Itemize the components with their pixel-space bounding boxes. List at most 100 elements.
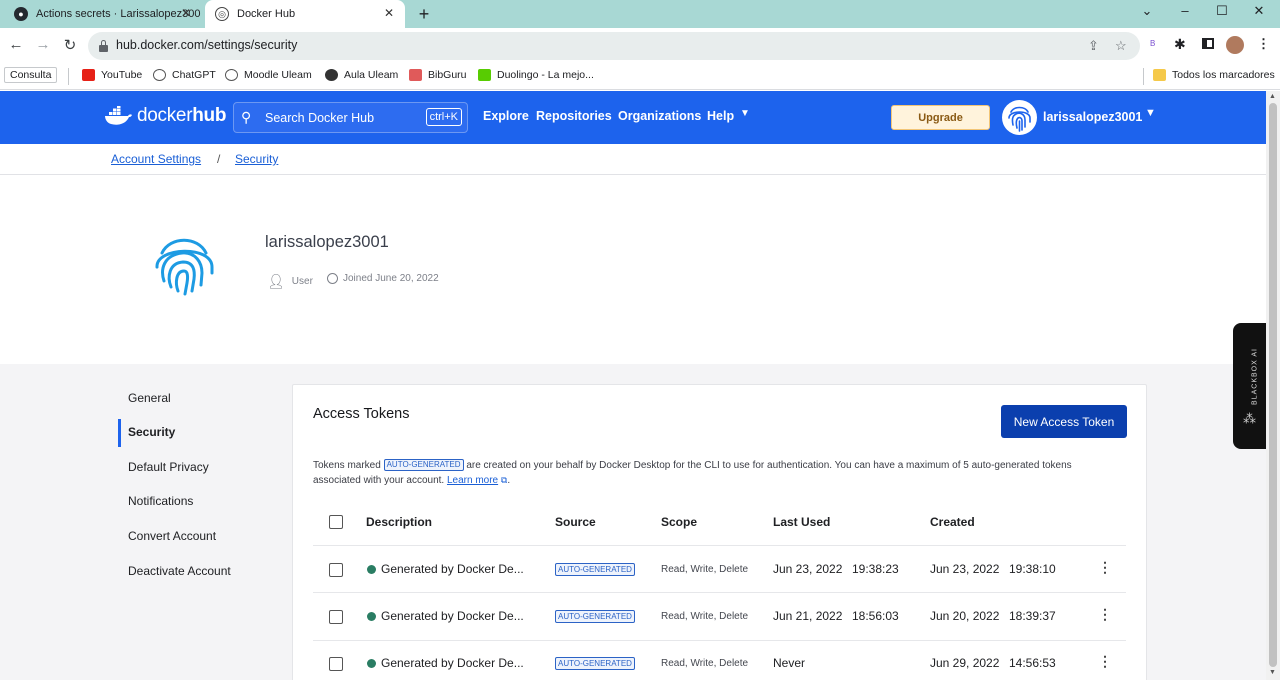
row-checkbox[interactable] (329, 657, 343, 671)
fingerprint-icon (1008, 106, 1031, 132)
nav-repositories[interactable]: Repositories (536, 109, 612, 123)
bookmark-divider (1143, 68, 1144, 85)
token-last-used-date: Jun 23, 2022 (773, 562, 843, 576)
folder-icon (1153, 69, 1166, 81)
browser-menu-icon[interactable]: ⋮ (1257, 36, 1270, 52)
close-tab-icon[interactable]: ✕ (178, 6, 194, 20)
nav-explore[interactable]: Explore (483, 109, 529, 123)
extension-b-icon[interactable]: B (1150, 39, 1155, 48)
token-created-date: Jun 29, 2022 (930, 656, 1000, 670)
blackbox-label: BLACKBOX AI (1251, 348, 1259, 405)
settings-nav-deactivate-account[interactable]: Deactivate Account (128, 564, 231, 578)
select-all-checkbox[interactable] (329, 515, 343, 529)
scrollbar-thumb[interactable] (1269, 103, 1277, 667)
column-scope[interactable]: Scope (661, 515, 697, 529)
extensions-puzzle-icon[interactable]: ✱ (1174, 36, 1186, 53)
learn-more-link[interactable]: Learn more (447, 475, 498, 486)
token-description: Generated by Docker De... (381, 609, 524, 623)
settings-nav-default-privacy[interactable]: Default Privacy (128, 460, 209, 474)
token-last-used-date: Jun 21, 2022 (773, 609, 843, 623)
column-description[interactable]: Description (366, 515, 432, 529)
upgrade-button[interactable]: Upgrade (891, 105, 990, 130)
active-nav-indicator (118, 419, 121, 447)
scroll-up-icon[interactable]: ▲ (1269, 93, 1276, 100)
bookmark-chatgpt[interactable]: ChatGPT (153, 69, 216, 81)
nav-organizations[interactable]: Organizations (618, 109, 701, 123)
bookmark-duolingo[interactable]: Duolingo - La mejo... (478, 69, 594, 81)
blackbox-ai-widget[interactable]: BLACKBOX AI ⁂ (1233, 323, 1266, 449)
column-last-used[interactable]: Last Used (773, 515, 830, 529)
tab-actions-secrets[interactable]: ● Actions secrets · Larissalopez300 ✕ (6, 0, 202, 28)
new-tab-icon[interactable]: + (414, 4, 434, 25)
tab-title: Actions secrets · Larissalopez300 (36, 8, 201, 20)
help-caret-icon[interactable]: ▼ (740, 108, 750, 119)
address-bar[interactable]: hub.docker.com/settings/security ⇪ ☆ (88, 32, 1140, 60)
breadcrumb-account-settings[interactable]: Account Settings (111, 152, 201, 166)
row-menu-icon[interactable]: ⋮ (1098, 559, 1112, 576)
minimize-icon[interactable]: – (1175, 3, 1195, 18)
row-checkbox[interactable] (329, 563, 343, 577)
user-icon: 👤︎ (267, 273, 285, 289)
row-menu-icon[interactable]: ⋮ (1098, 653, 1112, 670)
clock-icon (327, 273, 338, 284)
bibguru-icon (409, 69, 422, 81)
status-dot (367, 565, 376, 574)
token-created-time: 18:39:37 (1009, 609, 1056, 623)
token-last-used-date: Never (773, 656, 806, 670)
bookmark-consulta[interactable]: Consulta (4, 67, 58, 83)
tab-title: Docker Hub (237, 8, 296, 20)
docker-hub-logo[interactable]: dockerhub (104, 105, 226, 127)
breadcrumb-security[interactable]: Security (235, 152, 278, 166)
settings-nav-convert-account[interactable]: Convert Account (128, 529, 216, 543)
bookmark-moodle[interactable]: Moodle Uleam (225, 69, 312, 81)
bookmarks-bar: Consulta YouTube ChatGPT Moodle Uleam Au… (0, 64, 1280, 90)
column-source[interactable]: Source (555, 515, 596, 529)
profile-fingerprint-avatar (155, 238, 214, 296)
bookmark-youtube[interactable]: YouTube (82, 69, 142, 81)
docker-whale-icon (105, 106, 132, 125)
username[interactable]: larissalopez3001 (1043, 110, 1142, 124)
tab-docker-hub[interactable]: ◎ Docker Hub ✕ (205, 0, 405, 28)
back-icon[interactable]: ← (6, 36, 26, 53)
github-icon: ● (14, 7, 28, 21)
chatgpt-icon (153, 69, 166, 81)
search-icon: ⚲ (241, 109, 252, 125)
globe-icon (325, 69, 338, 81)
new-access-token-button[interactable]: New Access Token (1001, 405, 1127, 438)
bookmark-star-icon[interactable]: ☆ (1115, 38, 1127, 54)
column-created[interactable]: Created (930, 515, 975, 529)
page-scrollbar[interactable]: ▲ ▼ (1266, 91, 1280, 680)
table-divider (313, 592, 1126, 593)
close-tab-icon[interactable]: ✕ (381, 6, 397, 20)
search-input[interactable]: ⚲ Search Docker Hub ctrl+K (233, 102, 468, 133)
profile-avatar[interactable] (1226, 36, 1244, 54)
duolingo-icon (478, 69, 491, 81)
side-panel-icon[interactable] (1202, 38, 1214, 49)
settings-nav-general[interactable]: General (128, 391, 171, 405)
forward-icon[interactable]: → (33, 36, 53, 53)
settings-nav-notifications[interactable]: Notifications (128, 494, 193, 508)
settings-nav-security[interactable]: Security (128, 425, 175, 439)
row-checkbox[interactable] (329, 610, 343, 624)
table-divider (313, 640, 1126, 641)
nav-help[interactable]: Help (707, 109, 734, 123)
share-icon[interactable]: ⇪ (1088, 38, 1099, 54)
reload-icon[interactable]: ↻ (60, 36, 80, 54)
auto-generated-badge: AUTO-GENERATED (383, 459, 464, 471)
youtube-icon (82, 69, 95, 81)
logo-text: docker (137, 105, 193, 126)
user-menu-caret-icon[interactable]: ▼ (1145, 107, 1156, 119)
bookmark-bibguru[interactable]: BibGuru (409, 69, 467, 81)
external-link-icon[interactable]: ⧉ (501, 475, 507, 485)
tab-search-chevron-icon[interactable]: ⌄ (1137, 3, 1157, 19)
row-menu-icon[interactable]: ⋮ (1098, 606, 1112, 623)
bookmark-aula[interactable]: Aula Uleam (325, 69, 398, 81)
close-window-icon[interactable]: ✕ (1249, 3, 1269, 19)
scroll-down-icon[interactable]: ▼ (1269, 669, 1276, 676)
bookmark-divider (68, 68, 69, 85)
table-divider (313, 545, 1126, 546)
all-bookmarks[interactable]: Todos los marcadores (1153, 69, 1275, 81)
access-tokens-card: Access Tokens New Access Token Tokens ma… (292, 384, 1147, 680)
maximize-icon[interactable]: ☐ (1212, 3, 1232, 19)
user-avatar[interactable] (1002, 100, 1037, 135)
